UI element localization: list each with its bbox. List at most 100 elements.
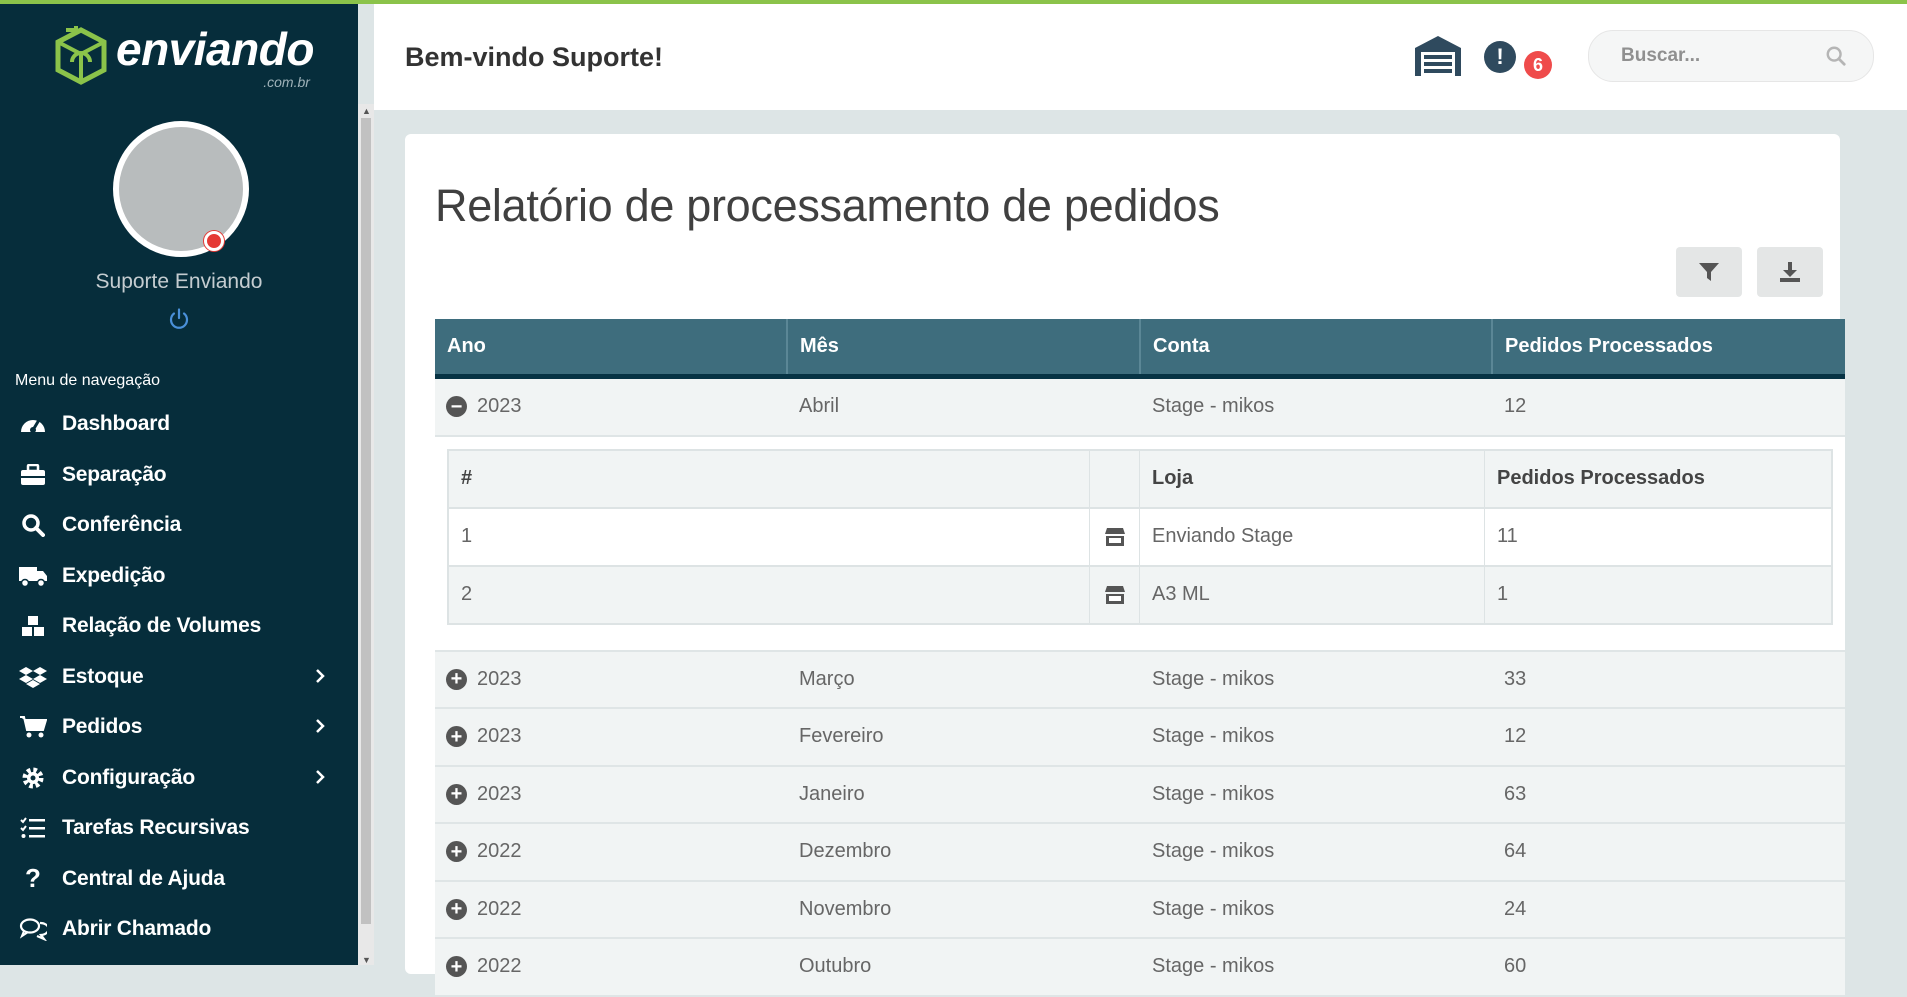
expand-icon[interactable]: + [446, 956, 467, 978]
truck-icon [18, 563, 48, 589]
avatar[interactable] [113, 121, 249, 257]
month-cell: Novembro [799, 897, 892, 920]
table-row[interactable]: +2023 Janeiro Stage - mikos 63 [435, 766, 1845, 824]
sidebar-item-tarefas[interactable]: Tarefas Recursivas [0, 803, 358, 854]
notification-badge[interactable]: 6 [1524, 51, 1552, 79]
cubes-icon [18, 613, 48, 639]
sidebar-item-relacao-volumes[interactable]: Relação de Volumes [0, 601, 358, 652]
processed-cell: 60 [1504, 955, 1527, 978]
sidebar-item-label: Relação de Volumes [62, 614, 262, 638]
year-cell: +2023 [435, 709, 788, 765]
welcome-message: Bem-vindo Suporte! [405, 42, 664, 72]
nav-menu: Dashboard Separação Conferência Expediçã… [0, 399, 358, 955]
brand-suffix: .com.br [263, 74, 310, 90]
sidebar-item-dashboard[interactable]: Dashboard [0, 399, 358, 450]
table-row-expanded[interactable]: − 2023 Abril Stage - mikos 12 [435, 379, 1845, 437]
sidebar-item-separacao[interactable]: Separação [0, 450, 358, 501]
shopping-cart-icon [18, 714, 48, 740]
column-header-ano[interactable]: Ano [435, 319, 788, 374]
detail-column-icon [1090, 450, 1140, 507]
year-value: 2022 [477, 955, 522, 978]
detail-row[interactable]: 2 A3 ML 1 [449, 566, 1831, 623]
sidebar-item-label: Configuração [62, 765, 195, 789]
sidebar-item-label: Expedição [62, 563, 166, 587]
processed-cell: 24 [1504, 897, 1527, 920]
table-header: Ano Mês Conta Pedidos Processados [435, 319, 1845, 379]
sidebar-scrollbar[interactable]: ▲ ▼ [358, 104, 374, 965]
expand-icon[interactable]: + [446, 726, 467, 748]
table-row[interactable]: +2022 Novembro Stage - mikos 24 [435, 881, 1845, 939]
filter-button[interactable] [1676, 247, 1742, 297]
store-icon [1090, 508, 1140, 565]
status-indicator [204, 231, 224, 251]
detail-number: 2 [449, 566, 1090, 623]
search-icon[interactable] [1825, 45, 1847, 67]
processed-cell: 63 [1504, 782, 1527, 805]
report-card: Relatório de processamento de pedidos An… [405, 134, 1845, 997]
scroll-down-arrow[interactable]: ▼ [362, 955, 371, 965]
account-cell: Stage - mikos [1152, 840, 1275, 863]
brand-logo[interactable]: enviando .com.br [52, 26, 314, 90]
sidebar-item-abrir-chamado[interactable]: Abrir Chamado [0, 904, 358, 955]
month-cell: Abril [799, 395, 840, 418]
top-accent-bar [0, 0, 1907, 4]
expand-icon[interactable]: + [446, 783, 467, 805]
expand-icon[interactable]: + [446, 898, 467, 920]
store-name: A3 ML [1140, 566, 1485, 623]
table-row[interactable]: +2023 Março Stage - mikos 33 [435, 651, 1845, 709]
table-row[interactable]: +2022 Dezembro Stage - mikos 64 [435, 824, 1845, 882]
report-table: Ano Mês Conta Pedidos Processados − 2023… [435, 319, 1845, 997]
table-row[interactable]: +2022 Outubro Stage - mikos 60 [435, 939, 1845, 997]
power-icon[interactable] [167, 307, 191, 331]
store-processed: 11 [1497, 525, 1518, 547]
table-row[interactable]: +2023 Fevereiro Stage - mikos 12 [435, 709, 1845, 767]
account-cell: Stage - mikos [1152, 897, 1275, 920]
scroll-up-arrow[interactable]: ▲ [362, 106, 371, 116]
warehouse-icon[interactable] [1413, 34, 1463, 78]
top-header: Bem-vindo Suporte! ! 6 [374, 4, 1907, 110]
menu-title: Menu de navegação [15, 372, 160, 389]
scrollbar-thumb[interactable] [361, 118, 371, 924]
year-value: 2023 [477, 395, 522, 418]
page-title: Relatório de processamento de pedidos [435, 180, 1220, 231]
sidebar-item-central-ajuda[interactable]: ? Central de Ajuda [0, 854, 358, 905]
detail-number: 1 [449, 508, 1090, 565]
detail-column-pedidos: Pedidos Processados [1497, 467, 1705, 489]
notifications-icon[interactable]: ! [1484, 41, 1516, 73]
column-header-conta[interactable]: Conta [1141, 319, 1493, 374]
detail-column-loja: Loja [1140, 450, 1485, 507]
sidebar-item-configuracao[interactable]: Configuração [0, 753, 358, 804]
store-name: Enviando Stage [1140, 508, 1485, 565]
sidebar-item-estoque[interactable]: Estoque [0, 652, 358, 703]
month-cell: Outubro [799, 955, 872, 978]
sidebar-item-expedicao[interactable]: Expedição [0, 551, 358, 602]
year-cell: +2022 [435, 939, 788, 995]
expand-icon[interactable]: + [446, 668, 467, 690]
processed-cell: 33 [1504, 667, 1527, 690]
sidebar-item-conferencia[interactable]: Conferência [0, 500, 358, 551]
search-icon [18, 512, 48, 538]
sidebar-item-pedidos[interactable]: Pedidos [0, 702, 358, 753]
month-cell: Fevereiro [799, 725, 884, 748]
sidebar-item-label: Estoque [62, 664, 144, 688]
collapse-icon[interactable]: − [446, 396, 467, 418]
year-cell: +2023 [435, 652, 788, 708]
year-value: 2023 [477, 725, 522, 748]
account-cell: Stage - mikos [1152, 782, 1275, 805]
search-input[interactable] [1619, 41, 1823, 71]
column-header-mes[interactable]: Mês [788, 319, 1141, 374]
filter-icon [1699, 263, 1719, 281]
expand-icon[interactable]: + [446, 841, 467, 863]
year-cell: +2022 [435, 824, 788, 880]
column-header-pedidos[interactable]: Pedidos Processados [1493, 319, 1845, 374]
chevron-right-icon [316, 719, 325, 733]
search-box [1588, 30, 1874, 82]
download-button[interactable] [1757, 247, 1823, 297]
logo-icon [55, 26, 107, 85]
month-cell: Dezembro [799, 840, 892, 863]
gear-icon [18, 765, 48, 791]
chevron-right-icon [316, 769, 325, 784]
detail-row[interactable]: 1 Enviando Stage 11 [449, 508, 1831, 567]
year-value: 2023 [477, 782, 522, 805]
detail-table: # Loja Pedidos Processados 1 Enviando St… [447, 448, 1833, 625]
